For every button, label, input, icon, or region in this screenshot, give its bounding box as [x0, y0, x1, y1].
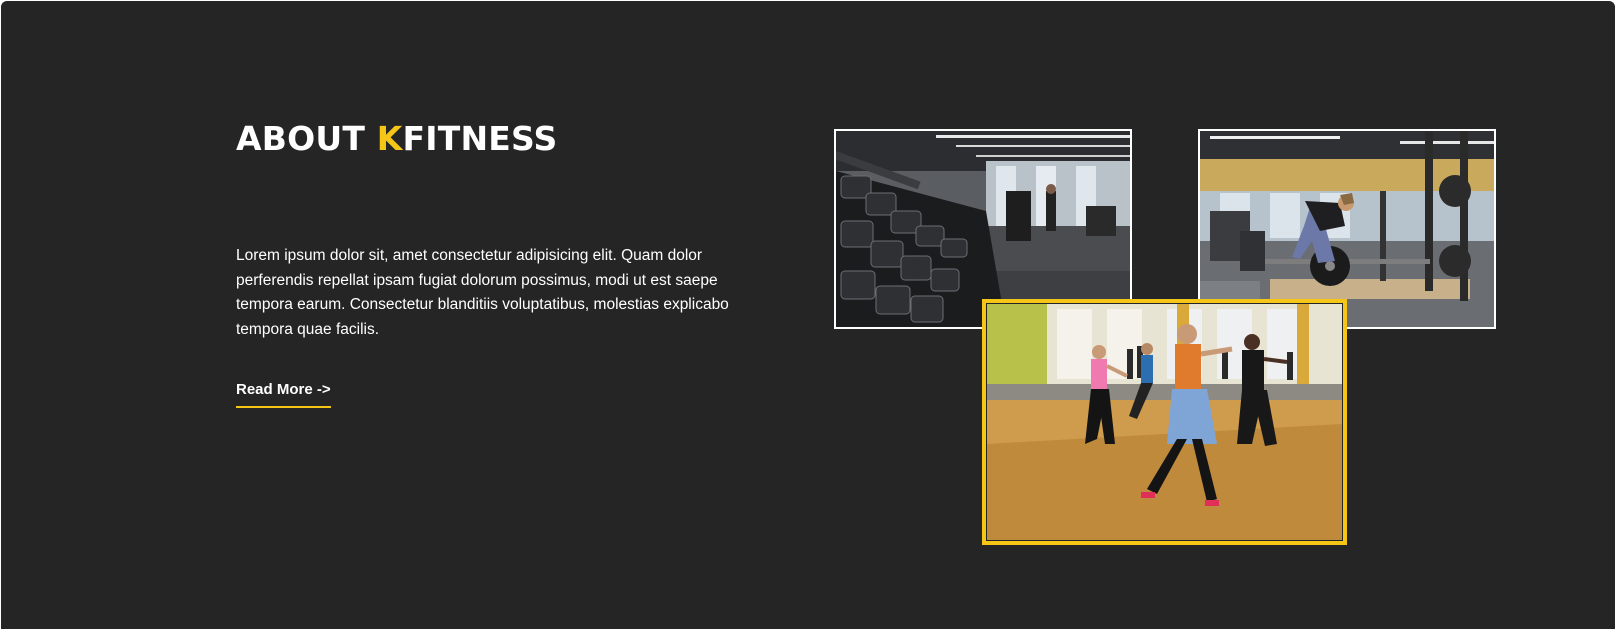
title-accent-letter: K: [376, 119, 403, 158]
about-section: ABOUT KFITNESS Lorem ipsum dolor sit, am…: [1, 1, 1615, 629]
read-more-link[interactable]: Read More ->: [236, 381, 331, 408]
about-description: Lorem ipsum dolor sit, amet consectetur …: [236, 247, 729, 338]
dance-fitness-class-photo: [987, 304, 1342, 540]
title-prefix: ABOUT: [236, 119, 377, 158]
title-suffix: FITNESS: [402, 119, 558, 158]
about-title: ABOUT KFITNESS: [236, 119, 557, 158]
